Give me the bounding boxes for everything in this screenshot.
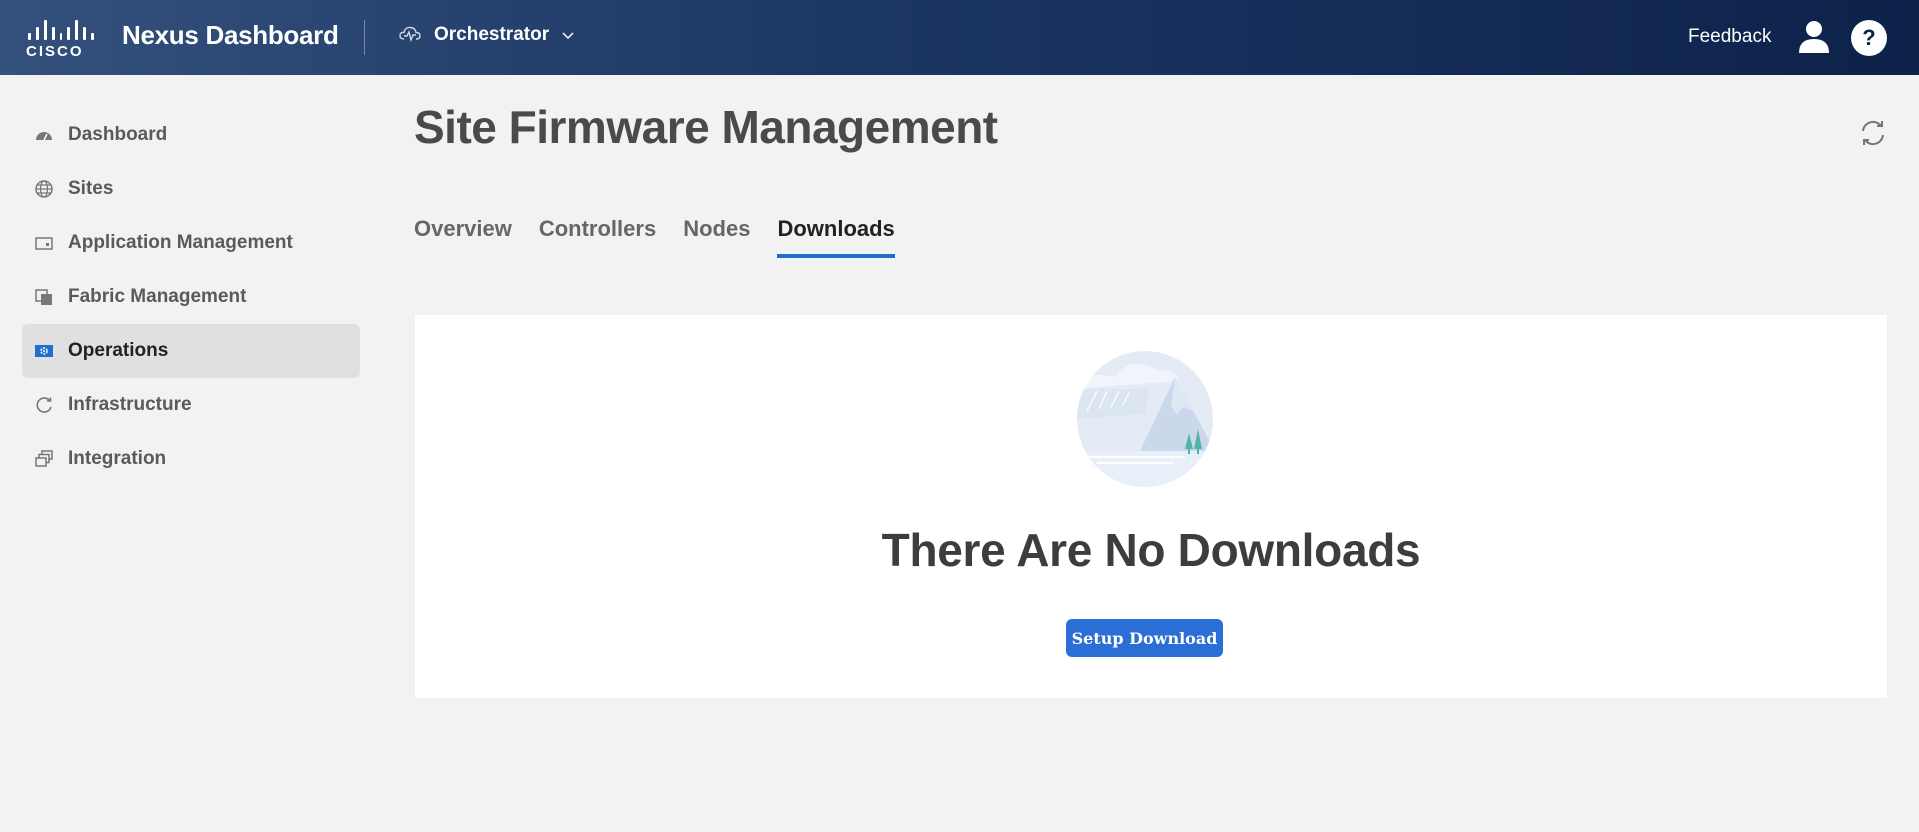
sidebar-item-label: Application Management	[68, 232, 293, 253]
page-title: Site Firmware Management	[414, 101, 998, 153]
user-icon[interactable]	[1796, 18, 1832, 54]
window-icon	[34, 233, 54, 253]
cycle-icon	[34, 395, 54, 415]
sidebar-item-label: Sites	[68, 178, 114, 199]
cisco-logo-bars	[26, 18, 95, 40]
cisco-logo-word: CISCO	[26, 43, 84, 60]
sidebar-item-integration[interactable]: Integration	[22, 432, 360, 486]
gear-box-icon	[34, 341, 54, 361]
tab-controllers[interactable]: Controllers	[539, 216, 656, 258]
sidebar-item-infrastructure[interactable]: Infrastructure	[22, 378, 360, 432]
cisco-logo[interactable]: CISCO	[26, 18, 95, 60]
empty-landscape-illustration	[1077, 351, 1213, 487]
tab-overview[interactable]: Overview	[414, 216, 512, 258]
tab-nodes[interactable]: Nodes	[683, 216, 750, 258]
empty-state-card: There Are No Downloads Setup Download	[415, 315, 1887, 698]
layers-icon	[34, 287, 54, 307]
tab-downloads[interactable]: Downloads	[777, 216, 895, 258]
sidebar-item-label: Dashboard	[68, 124, 168, 145]
help-icon[interactable]: ?	[1851, 20, 1887, 56]
tab-bar: Overview Controllers Nodes Downloads	[414, 216, 895, 258]
empty-state-title: There Are No Downloads	[881, 524, 1421, 576]
stack-icon	[34, 449, 54, 469]
feedback-link[interactable]: Feedback	[1688, 26, 1771, 48]
chevron-down-icon	[562, 32, 574, 40]
gauge-icon	[34, 125, 54, 145]
header-divider	[364, 20, 365, 55]
app-title[interactable]: Nexus Dashboard	[122, 20, 339, 51]
refresh-icon[interactable]	[1858, 118, 1888, 148]
top-header: CISCO Nexus Dashboard Orchestrator Feedb…	[0, 0, 1919, 75]
sidebar-item-dashboard[interactable]: Dashboard	[22, 108, 360, 162]
service-selector[interactable]: Orchestrator	[398, 24, 575, 46]
service-selector-label: Orchestrator	[434, 24, 550, 45]
sidebar-item-sites[interactable]: Sites	[22, 162, 360, 216]
sidebar-item-label: Operations	[68, 340, 169, 361]
sidebar-item-label: Fabric Management	[68, 286, 247, 307]
orchestrator-icon	[399, 26, 421, 43]
sidebar-item-fabric-management[interactable]: Fabric Management	[22, 270, 360, 324]
globe-icon	[34, 179, 54, 199]
sidebar-nav: Dashboard Sites Application Management F…	[22, 108, 360, 486]
sidebar-item-application-management[interactable]: Application Management	[22, 216, 360, 270]
setup-download-button[interactable]: Setup Download	[1066, 619, 1223, 657]
sidebar-item-label: Integration	[68, 448, 167, 469]
sidebar-item-label: Infrastructure	[68, 394, 192, 415]
sidebar-item-operations[interactable]: Operations	[22, 324, 360, 378]
